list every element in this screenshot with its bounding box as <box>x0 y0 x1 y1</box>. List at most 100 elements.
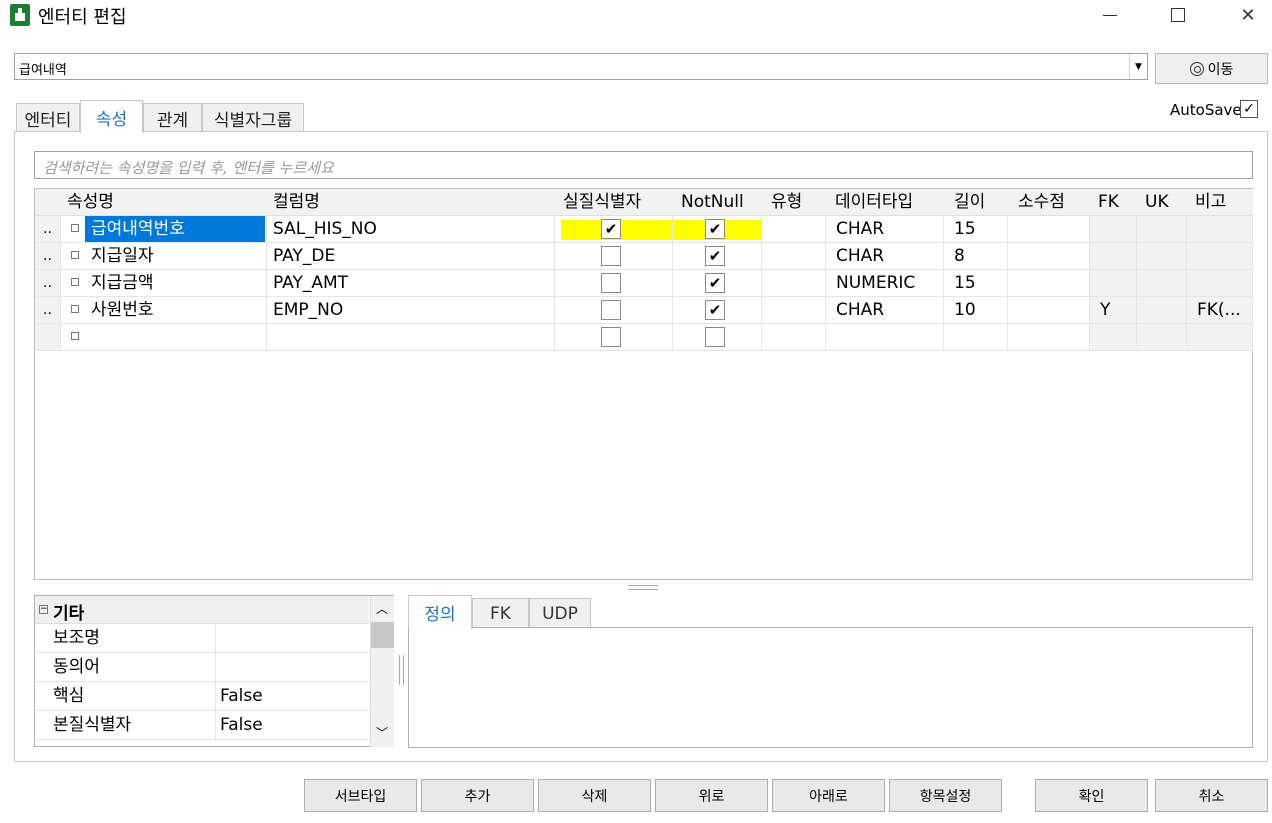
notnull-checkbox[interactable]: ✔ <box>705 273 725 293</box>
minimize-button[interactable] <box>1087 0 1133 30</box>
tab-definition[interactable]: 정의 <box>408 595 472 629</box>
grid-cell-datatype[interactable]: CHAR <box>826 216 944 243</box>
grid-cell-notnull[interactable]: ✔ <box>673 216 762 243</box>
prop-row-core[interactable]: 핵심 False <box>35 682 369 711</box>
prop-row-synonym[interactable]: 동의어 <box>35 653 369 682</box>
entity-select[interactable]: 급여내역 ▼ <box>14 53 1148 80</box>
pk-checkbox[interactable] <box>601 273 621 293</box>
cancel-button[interactable]: 취소 <box>1155 779 1268 812</box>
search-input[interactable]: 검색하려는 속성명을 입력 후, 엔터를 누르세요 <box>34 151 1253 179</box>
dropdown-arrow-icon[interactable]: ▼ <box>1129 54 1147 79</box>
grid-cell-name[interactable]: 사원번호 <box>61 297 267 324</box>
tab-attributes[interactable]: 속성 <box>80 100 143 133</box>
grid-cell-notnull[interactable]: ✔ <box>673 243 762 270</box>
col-header-type[interactable]: 유형 <box>762 189 826 216</box>
pk-checkbox[interactable] <box>601 327 621 347</box>
maximize-button[interactable] <box>1155 0 1201 30</box>
tab-fk[interactable]: FK <box>472 598 529 628</box>
grid-cell-datatype[interactable] <box>826 324 944 351</box>
scroll-down-icon[interactable]: ﹀ <box>376 724 388 741</box>
splitter-handle[interactable] <box>399 655 404 685</box>
col-header-length[interactable]: 길이 <box>944 189 1008 216</box>
grid-cell-pk[interactable] <box>555 243 673 270</box>
grid-cell-note[interactable] <box>1187 324 1253 351</box>
grid-cell-name[interactable]: 급여내역번호 <box>61 216 267 243</box>
grid-cell-fk[interactable]: Y <box>1090 297 1137 324</box>
grid-cell-notnull[interactable]: ✔ <box>673 297 762 324</box>
grid-cell-length[interactable]: 15 <box>944 216 1008 243</box>
grid-cell-column[interactable]: SAL_HIS_NO <box>267 216 555 243</box>
col-header-fk[interactable]: FK <box>1090 189 1137 216</box>
grid-cell-column[interactable]: PAY_DE <box>267 243 555 270</box>
grid-cell-scale[interactable] <box>1008 216 1090 243</box>
grid-cell-note[interactable] <box>1187 216 1253 243</box>
grid-cell-length[interactable] <box>944 324 1008 351</box>
grid-cell-pk[interactable]: ✔ <box>555 216 673 243</box>
collapse-icon[interactable]: − <box>39 605 48 614</box>
grid-cell-type[interactable] <box>762 324 826 351</box>
grid-cell-type[interactable] <box>762 243 826 270</box>
tab-identifier-groups[interactable]: 식별자그룹 <box>202 103 304 132</box>
tab-udp[interactable]: UDP <box>529 598 591 628</box>
delete-button[interactable]: 삭제 <box>538 779 651 812</box>
notnull-checkbox[interactable] <box>705 327 725 347</box>
notnull-checkbox[interactable]: ✔ <box>705 219 725 239</box>
grid-cell-column[interactable] <box>267 324 555 351</box>
close-button[interactable]: ✕ <box>1225 0 1271 30</box>
grid-cell-uk[interactable] <box>1137 297 1187 324</box>
grid-cell-scale[interactable] <box>1008 243 1090 270</box>
scroll-up-icon[interactable]: ︿ <box>376 600 388 617</box>
grid-cell-note[interactable]: FK(... <box>1187 297 1253 324</box>
grid-cell-scale[interactable] <box>1008 297 1090 324</box>
pk-checkbox[interactable]: ✔ <box>601 219 621 239</box>
pk-checkbox[interactable] <box>601 246 621 266</box>
grid-cell-fk[interactable] <box>1090 216 1137 243</box>
move-up-button[interactable]: 위로 <box>655 779 768 812</box>
grid-cell-note[interactable] <box>1187 243 1253 270</box>
scroll-thumb[interactable] <box>371 622 394 648</box>
grid-cell-note[interactable] <box>1187 270 1253 297</box>
grid-cell-datatype[interactable]: CHAR <box>826 297 944 324</box>
grid-cell-marker[interactable]: .. <box>35 297 61 324</box>
props-scrollbar[interactable]: ︿ ﹀ <box>370 596 394 747</box>
grid-cell-marker[interactable] <box>35 324 61 351</box>
col-header-name[interactable]: 속성명 <box>61 189 267 216</box>
grid-cell-name[interactable]: 지급금액 <box>61 270 267 297</box>
grid-cell-scale[interactable] <box>1008 324 1090 351</box>
grid-cell-fk[interactable] <box>1090 324 1137 351</box>
col-header-notnull[interactable]: NotNull <box>673 189 762 216</box>
col-header-uk[interactable]: UK <box>1137 189 1187 216</box>
add-button[interactable]: 추가 <box>421 779 534 812</box>
autosave-checkbox[interactable]: ✓ <box>1240 100 1258 118</box>
grid-cell-name[interactable] <box>61 324 267 351</box>
col-header-scale[interactable]: 소수점 <box>1008 189 1090 216</box>
grid-cell-scale[interactable] <box>1008 270 1090 297</box>
grid-cell-pk[interactable] <box>555 324 673 351</box>
grid-cell-fk[interactable] <box>1090 270 1137 297</box>
grid-cell-length[interactable]: 10 <box>944 297 1008 324</box>
notnull-checkbox[interactable]: ✔ <box>705 246 725 266</box>
subtype-button[interactable]: 서브타입 <box>304 779 417 812</box>
grid-cell-type[interactable] <box>762 270 826 297</box>
grid-cell-uk[interactable] <box>1137 216 1187 243</box>
col-header-column[interactable]: 컬럼명 <box>267 189 555 216</box>
props-section-header[interactable]: − 기타 <box>35 596 369 624</box>
definition-textarea[interactable] <box>408 627 1253 748</box>
move-down-button[interactable]: 아래로 <box>772 779 885 812</box>
grid-cell-name[interactable]: 지급일자 <box>61 243 267 270</box>
col-header-datatype[interactable]: 데이터타입 <box>826 189 944 216</box>
grid-cell-type[interactable] <box>762 297 826 324</box>
grid-cell-marker[interactable]: .. <box>35 243 61 270</box>
notnull-checkbox[interactable]: ✔ <box>705 300 725 320</box>
grid-cell-uk[interactable] <box>1137 270 1187 297</box>
splitter-handle-horizontal[interactable] <box>628 585 658 590</box>
grid-cell-notnull[interactable] <box>673 324 762 351</box>
grid-cell-datatype[interactable]: NUMERIC <box>826 270 944 297</box>
tab-relations[interactable]: 관계 <box>143 103 202 132</box>
prop-row-alias[interactable]: 보조명 <box>35 624 369 653</box>
grid-cell-column[interactable]: EMP_NO <box>267 297 555 324</box>
grid-cell-uk[interactable] <box>1137 243 1187 270</box>
grid-cell-uk[interactable] <box>1137 324 1187 351</box>
move-button[interactable]: 이동 <box>1155 53 1268 84</box>
grid-cell-fk[interactable] <box>1090 243 1137 270</box>
